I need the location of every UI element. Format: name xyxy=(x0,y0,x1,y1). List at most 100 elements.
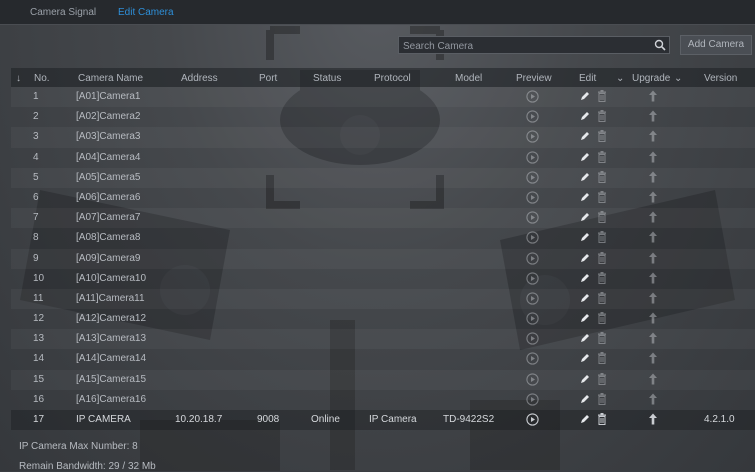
delete-icon[interactable] xyxy=(597,211,607,224)
edit-icon[interactable] xyxy=(579,272,590,284)
table-row[interactable]: 6 [A06]Camera6 xyxy=(11,188,755,208)
upgrade-arrow-icon[interactable] xyxy=(648,352,658,364)
col-protocol[interactable]: Protocol xyxy=(374,73,411,84)
table-row[interactable]: 13 [A13]Camera13 xyxy=(11,329,755,350)
preview-icon[interactable] xyxy=(526,393,539,406)
edit-icon[interactable] xyxy=(579,373,590,385)
upgrade-dropdown-icon[interactable]: ⌄ xyxy=(674,73,682,84)
upgrade-arrow-icon[interactable] xyxy=(648,252,658,264)
preview-icon[interactable] xyxy=(526,130,539,144)
add-camera-button[interactable]: Add Camera xyxy=(680,35,752,55)
tab-camera-signal[interactable]: Camera Signal xyxy=(30,7,96,18)
table-row[interactable]: 4 [A04]Camera4 xyxy=(11,148,755,168)
preview-icon[interactable] xyxy=(526,231,539,244)
upgrade-arrow-icon[interactable] xyxy=(648,110,658,122)
table-row[interactable]: 15 [A15]Camera15 xyxy=(11,369,755,390)
table-row[interactable]: 11 [A11]Camera11 xyxy=(11,288,755,310)
edit-icon[interactable] xyxy=(579,352,590,364)
col-address[interactable]: Address xyxy=(181,73,218,84)
preview-icon[interactable] xyxy=(526,211,539,224)
delete-icon[interactable] xyxy=(597,110,607,123)
delete-icon[interactable] xyxy=(597,90,607,102)
upgrade-arrow-icon[interactable] xyxy=(648,211,658,223)
delete-icon[interactable] xyxy=(597,392,607,405)
edit-icon[interactable] xyxy=(579,171,590,183)
upgrade-arrow-icon[interactable] xyxy=(648,312,658,324)
upgrade-arrow-icon[interactable] xyxy=(648,413,658,425)
delete-icon[interactable] xyxy=(597,332,607,345)
preview-icon[interactable] xyxy=(526,292,539,305)
preview-icon[interactable] xyxy=(526,312,539,325)
upgrade-arrow-icon[interactable] xyxy=(648,332,658,344)
table-row[interactable]: 7 [A07]Camera7 xyxy=(11,208,755,229)
col-no[interactable]: No. xyxy=(34,73,50,84)
table-row[interactable]: 16 [A16]Camera16 xyxy=(11,390,755,410)
preview-icon[interactable] xyxy=(526,332,539,345)
search-input[interactable] xyxy=(401,38,650,54)
edit-dropdown-icon[interactable]: ⌄ xyxy=(616,73,624,84)
upgrade-arrow-icon[interactable] xyxy=(648,373,658,385)
table-row[interactable]: 17 IP CAMERA 10.20.18.7 9008 Online IP Camera… xyxy=(11,410,755,431)
table-row[interactable]: 1 [A01]Camera1 xyxy=(11,87,755,108)
sort-arrow-icon[interactable]: ↓ xyxy=(16,73,21,84)
edit-icon[interactable] xyxy=(579,292,590,304)
table-row[interactable]: 2 [A02]Camera2 xyxy=(11,107,755,127)
delete-icon[interactable] xyxy=(597,130,607,143)
edit-icon[interactable] xyxy=(579,211,590,223)
col-status[interactable]: Status xyxy=(313,73,341,84)
upgrade-arrow-icon[interactable] xyxy=(648,171,658,183)
table-row[interactable]: 5 [A05]Camera5 xyxy=(11,167,755,188)
preview-icon[interactable] xyxy=(526,372,539,386)
edit-icon[interactable] xyxy=(579,413,590,425)
preview-icon[interactable] xyxy=(526,251,539,265)
upgrade-arrow-icon[interactable] xyxy=(648,231,658,243)
delete-icon[interactable] xyxy=(597,231,607,244)
edit-icon[interactable] xyxy=(579,151,590,163)
table-row[interactable]: 14 [A14]Camera14 xyxy=(11,349,755,369)
upgrade-arrow-icon[interactable] xyxy=(648,191,658,203)
col-model[interactable]: Model xyxy=(455,73,482,84)
tab-edit-camera[interactable]: Edit Camera xyxy=(118,7,174,18)
edit-icon[interactable] xyxy=(579,252,590,264)
delete-icon[interactable] xyxy=(597,150,607,163)
upgrade-arrow-icon[interactable] xyxy=(648,90,658,102)
table-row[interactable]: 8 [A08]Camera8 xyxy=(11,228,755,248)
delete-icon[interactable] xyxy=(597,413,607,425)
edit-icon[interactable] xyxy=(579,110,590,122)
table-row[interactable]: 10 [A10]Camera10 xyxy=(11,269,755,289)
delete-icon[interactable] xyxy=(597,170,607,183)
edit-icon[interactable] xyxy=(579,191,590,203)
edit-icon[interactable] xyxy=(579,231,590,243)
col-camera-name[interactable]: Camera Name xyxy=(78,73,143,84)
preview-icon[interactable] xyxy=(526,171,539,184)
edit-icon[interactable] xyxy=(579,312,590,324)
preview-icon[interactable] xyxy=(526,272,539,285)
table-row[interactable]: 9 [A09]Camera9 xyxy=(11,248,755,269)
edit-icon[interactable] xyxy=(579,90,590,102)
edit-icon[interactable] xyxy=(579,393,590,405)
upgrade-arrow-icon[interactable] xyxy=(648,130,658,142)
delete-icon[interactable] xyxy=(597,312,607,325)
preview-icon[interactable] xyxy=(526,110,539,123)
preview-icon[interactable] xyxy=(526,352,539,366)
edit-icon[interactable] xyxy=(579,332,590,344)
delete-icon[interactable] xyxy=(597,251,607,264)
delete-icon[interactable] xyxy=(597,271,607,284)
preview-icon[interactable] xyxy=(526,413,539,426)
preview-icon[interactable] xyxy=(526,191,539,204)
upgrade-arrow-icon[interactable] xyxy=(648,393,658,405)
delete-icon[interactable] xyxy=(597,352,607,365)
delete-icon[interactable] xyxy=(597,190,607,203)
preview-icon[interactable] xyxy=(526,90,539,103)
upgrade-arrow-icon[interactable] xyxy=(648,272,658,284)
search-icon[interactable] xyxy=(654,39,666,51)
delete-icon[interactable] xyxy=(597,291,607,304)
upgrade-arrow-icon[interactable] xyxy=(648,292,658,304)
edit-icon[interactable] xyxy=(579,130,590,142)
table-row[interactable]: 3 [A03]Camera3 xyxy=(11,127,755,148)
table-row[interactable]: 12 [A12]Camera12 xyxy=(11,309,755,329)
preview-icon[interactable] xyxy=(526,150,539,164)
delete-icon[interactable] xyxy=(597,372,607,385)
col-port[interactable]: Port xyxy=(259,73,277,84)
upgrade-arrow-icon[interactable] xyxy=(648,151,658,163)
